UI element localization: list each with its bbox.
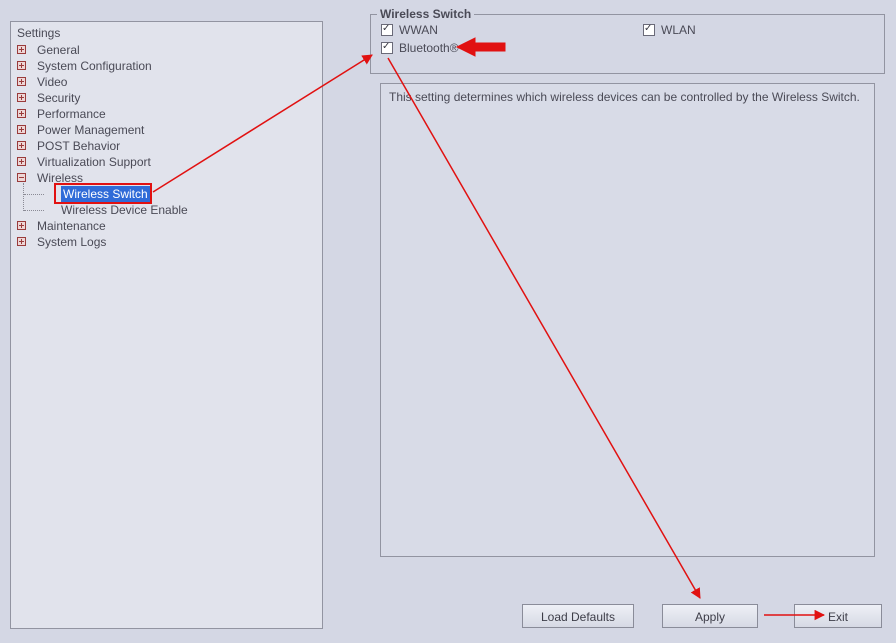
settings-tree-panel: Settings General System Configuration Vi…	[10, 21, 323, 629]
bluetooth-checkbox-label: Bluetooth®	[399, 41, 459, 55]
tree-item-wireless-device-enable[interactable]: Wireless Device Enable	[61, 202, 188, 218]
exit-button[interactable]: Exit	[794, 604, 882, 628]
expand-icon[interactable]	[17, 125, 26, 134]
wireless-switch-fieldset: Wireless Switch WWAN WLAN Bluetooth®	[370, 14, 885, 74]
wlan-checkbox[interactable]	[643, 24, 655, 36]
load-defaults-button[interactable]: Load Defaults	[522, 604, 634, 628]
tree-item-video[interactable]: Video	[37, 74, 67, 90]
description-box: This setting determines which wireless d…	[380, 83, 875, 557]
tree-item-general[interactable]: General	[37, 42, 80, 58]
tree-item-system-logs[interactable]: System Logs	[37, 234, 106, 250]
tree-item-performance[interactable]: Performance	[37, 106, 106, 122]
expand-icon[interactable]	[17, 109, 26, 118]
bluetooth-checkbox[interactable]	[381, 42, 393, 54]
wwan-checkbox-label: WWAN	[399, 23, 438, 37]
description-text: This setting determines which wireless d…	[389, 90, 860, 104]
tree-item-post-behavior[interactable]: POST Behavior	[37, 138, 120, 154]
expand-icon[interactable]	[17, 77, 26, 86]
expand-icon[interactable]	[17, 237, 26, 246]
expand-icon[interactable]	[17, 93, 26, 102]
expand-icon[interactable]	[17, 141, 26, 150]
expand-icon[interactable]	[17, 45, 26, 54]
collapse-icon[interactable]	[17, 173, 26, 182]
tree-item-wireless-switch[interactable]: Wireless Switch	[61, 186, 150, 202]
expand-icon[interactable]	[17, 157, 26, 166]
tree-item-security[interactable]: Security	[37, 90, 80, 106]
tree-item-wireless[interactable]: Wireless	[37, 170, 83, 186]
tree-item-system-configuration[interactable]: System Configuration	[37, 58, 152, 74]
tree-item-power-management[interactable]: Power Management	[37, 122, 144, 138]
expand-icon[interactable]	[17, 221, 26, 230]
tree-item-maintenance[interactable]: Maintenance	[37, 218, 106, 234]
wwan-checkbox[interactable]	[381, 24, 393, 36]
expand-icon[interactable]	[17, 61, 26, 70]
wlan-checkbox-label: WLAN	[661, 23, 696, 37]
fieldset-legend: Wireless Switch	[377, 7, 474, 21]
settings-tree-title: Settings	[15, 26, 322, 42]
apply-button[interactable]: Apply	[662, 604, 758, 628]
tree-item-virtualization-support[interactable]: Virtualization Support	[37, 154, 151, 170]
